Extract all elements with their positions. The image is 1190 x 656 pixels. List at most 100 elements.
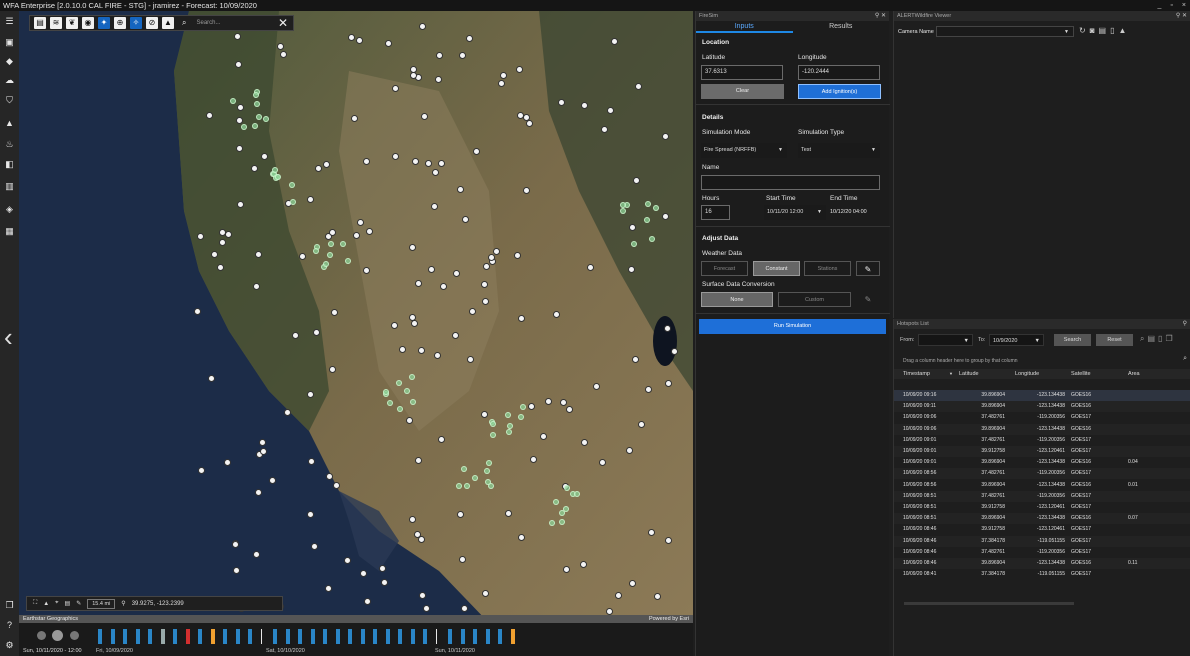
table-row[interactable]: 10/09/20 09:01 39.912758 -123.120461 GOES17 (894, 446, 1190, 457)
search-icon[interactable]: ⌕ (1183, 355, 1187, 363)
latitude-field[interactable]: 37.6313 (701, 65, 783, 80)
hotspot-marker[interactable] (490, 420, 497, 427)
fire-marker[interactable] (409, 243, 417, 251)
save-icon[interactable]: ▤ (1099, 26, 1107, 35)
map-view[interactable] (19, 11, 693, 623)
fullscreen-icon[interactable]: ⛶ (33, 600, 37, 607)
hotspot-marker[interactable] (327, 241, 334, 248)
pin-icon[interactable]: ⚲ ✕ (1176, 11, 1187, 21)
fire-marker[interactable] (352, 231, 360, 239)
hotspot-marker[interactable] (251, 122, 258, 129)
timeline-segment[interactable] (98, 629, 102, 644)
hotspot-marker[interactable] (410, 398, 417, 405)
wind-icon[interactable]: ≋ (50, 17, 62, 29)
legend-icon[interactable]: ▤ (65, 600, 71, 607)
hotspot-marker[interactable] (262, 116, 269, 123)
fire-marker[interactable] (527, 402, 535, 410)
timeline-segment[interactable] (123, 629, 127, 644)
timeline-segment[interactable] (473, 629, 477, 644)
fire-marker[interactable] (437, 435, 445, 443)
fire-marker[interactable] (363, 157, 371, 165)
timeline-segment[interactable] (173, 629, 177, 644)
table-row[interactable]: 10/09/20 09:11 39.896904 -123.134438 GOES16 (894, 401, 1190, 413)
fire-marker[interactable] (390, 321, 398, 329)
hours-field[interactable]: 16 (701, 205, 730, 220)
fire-marker[interactable] (516, 111, 524, 119)
satellite-alt-icon[interactable]: ✧ (130, 17, 142, 29)
fire-marker[interactable] (408, 313, 416, 321)
column-satellite[interactable]: Satellite (1071, 369, 1091, 379)
fire-marker[interactable] (565, 406, 573, 414)
fire-marker[interactable] (205, 112, 213, 120)
alert-icon[interactable]: ▲ (1119, 26, 1127, 35)
fire-marker[interactable] (664, 324, 672, 332)
layers-icon[interactable]: ◈ (3, 203, 16, 215)
fire-marker[interactable] (308, 457, 316, 465)
fire-marker[interactable] (409, 515, 417, 523)
fire-marker[interactable] (359, 569, 367, 577)
fire-marker[interactable] (410, 71, 418, 79)
weather-forecast-button[interactable]: Forecast (701, 261, 748, 276)
table-row[interactable]: 10/09/20 08:46 39.912758 -123.120461 GOES17 (894, 524, 1190, 535)
name-field[interactable] (701, 175, 880, 190)
warning-icon[interactable]: ▲ (3, 117, 16, 129)
fire-marker[interactable] (280, 50, 288, 58)
timeline-segment[interactable] (435, 629, 437, 644)
hotspot-marker[interactable] (464, 482, 471, 489)
column-timestamp[interactable]: Timestamp (903, 369, 930, 379)
surface-custom-button[interactable]: Custom (778, 292, 851, 307)
weather-icon[interactable]: ☁ (3, 74, 16, 86)
fire-marker[interactable] (306, 511, 314, 519)
table-row[interactable]: 10/09/20 08:51 39.896904 -123.134438 GOES16… (894, 513, 1190, 525)
fire-marker[interactable] (581, 101, 589, 109)
hotspot-marker[interactable] (274, 174, 281, 181)
horizontal-scrollbar[interactable] (904, 602, 1074, 605)
fire-marker[interactable] (560, 398, 568, 406)
table-row[interactable]: 10/09/20 08:46 37.482761 -119.200356 GOES17 (894, 547, 1190, 558)
fire-marker[interactable] (250, 164, 258, 172)
start-time-select[interactable]: 10/11/20 12:00 ▼ (764, 205, 826, 220)
measure-icon[interactable]: ✎ (76, 600, 81, 607)
fire-marker[interactable] (211, 250, 219, 258)
export-icon[interactable]: ▤ (1147, 334, 1155, 344)
run-simulation-button[interactable]: Run Simulation (699, 319, 886, 334)
fire-marker[interactable] (579, 560, 587, 568)
fire-marker[interactable] (259, 448, 267, 456)
calendar-icon[interactable]: ▣ (3, 36, 16, 48)
fire-marker[interactable] (600, 126, 608, 134)
forward-button[interactable] (70, 631, 79, 640)
filter-icon[interactable]: ⌕ (1140, 334, 1144, 344)
timeline-segment[interactable] (348, 629, 352, 644)
fire-marker[interactable] (628, 580, 636, 588)
fire-marker[interactable] (428, 265, 436, 273)
fire-marker[interactable] (523, 186, 531, 194)
fire-marker[interactable] (481, 297, 489, 305)
table-row[interactable]: 10/09/20 09:06 37.482761 -119.200356 GOES17 (894, 412, 1190, 423)
fire-marker[interactable] (487, 254, 495, 262)
timeline-segment[interactable] (373, 629, 377, 644)
fire-marker[interactable] (254, 251, 262, 259)
hotspot-marker[interactable] (240, 123, 247, 130)
globe-icon[interactable]: ⊕ (114, 17, 126, 29)
column-latitude[interactable]: Latitude (959, 369, 979, 379)
hotspot-marker[interactable] (564, 484, 571, 491)
fire-marker[interactable] (662, 212, 670, 220)
fire-marker[interactable] (465, 35, 473, 43)
hotspot-marker[interactable] (313, 247, 320, 254)
simulation-mode-select[interactable]: Fire Spread (NRFFB) ▼ (701, 143, 787, 158)
table-row[interactable]: 10/09/20 08:51 37.482761 -119.200356 GOES17 (894, 490, 1190, 502)
hotspot-marker[interactable] (652, 204, 659, 211)
hotspot-marker[interactable] (517, 413, 524, 420)
fire-marker[interactable] (310, 542, 318, 550)
timeline-segment[interactable] (510, 629, 515, 644)
clear-button[interactable]: Clear (701, 84, 784, 99)
fire-marker[interactable] (258, 439, 266, 447)
pin-close-icon[interactable]: ⚲ ✕ (875, 11, 886, 21)
table-row[interactable]: 10/09/20 08:41 37.384178 -119.051155 GOES17 (894, 569, 1190, 580)
fire-marker[interactable] (385, 39, 393, 47)
fire-marker[interactable] (635, 82, 643, 90)
minimize-button[interactable]: _ (1158, 0, 1162, 11)
hotspot-marker[interactable] (272, 166, 279, 173)
hotspot-marker[interactable] (290, 198, 297, 205)
hotspot-marker[interactable] (558, 518, 565, 525)
